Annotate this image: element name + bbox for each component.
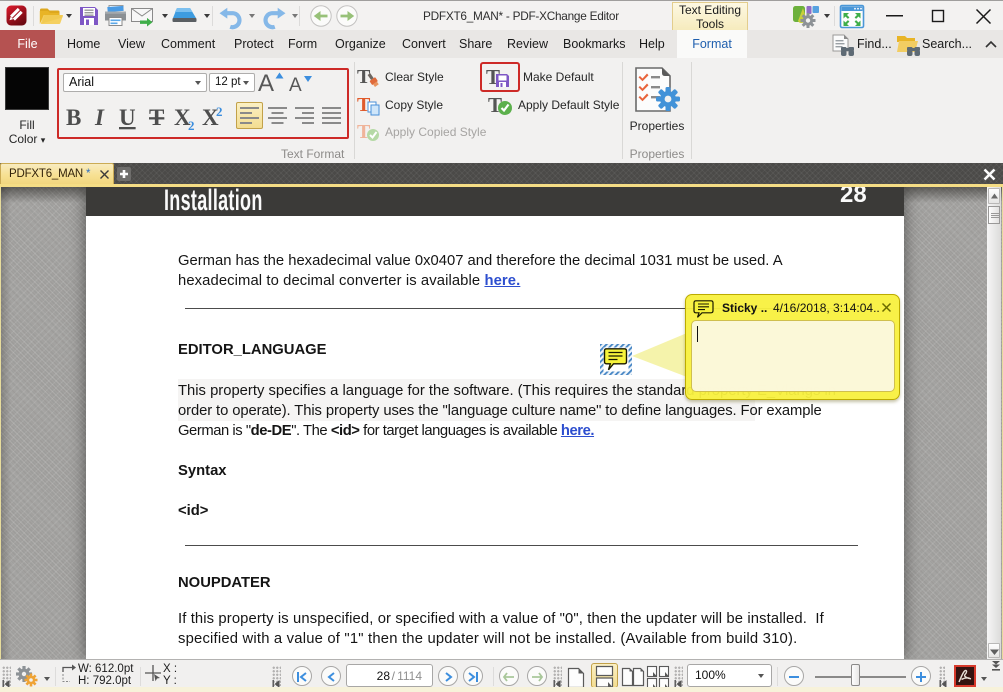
svg-text:U: U — [119, 105, 136, 130]
svg-text:A: A — [258, 70, 274, 97]
svg-text:T: T — [149, 105, 164, 130]
svg-text:2: 2 — [188, 118, 195, 133]
svg-text:I: I — [94, 105, 105, 130]
svg-text:B: B — [66, 105, 81, 130]
svg-text:A: A — [289, 75, 302, 96]
svg-text:T: T — [357, 66, 371, 88]
svg-text:2: 2 — [216, 104, 223, 119]
